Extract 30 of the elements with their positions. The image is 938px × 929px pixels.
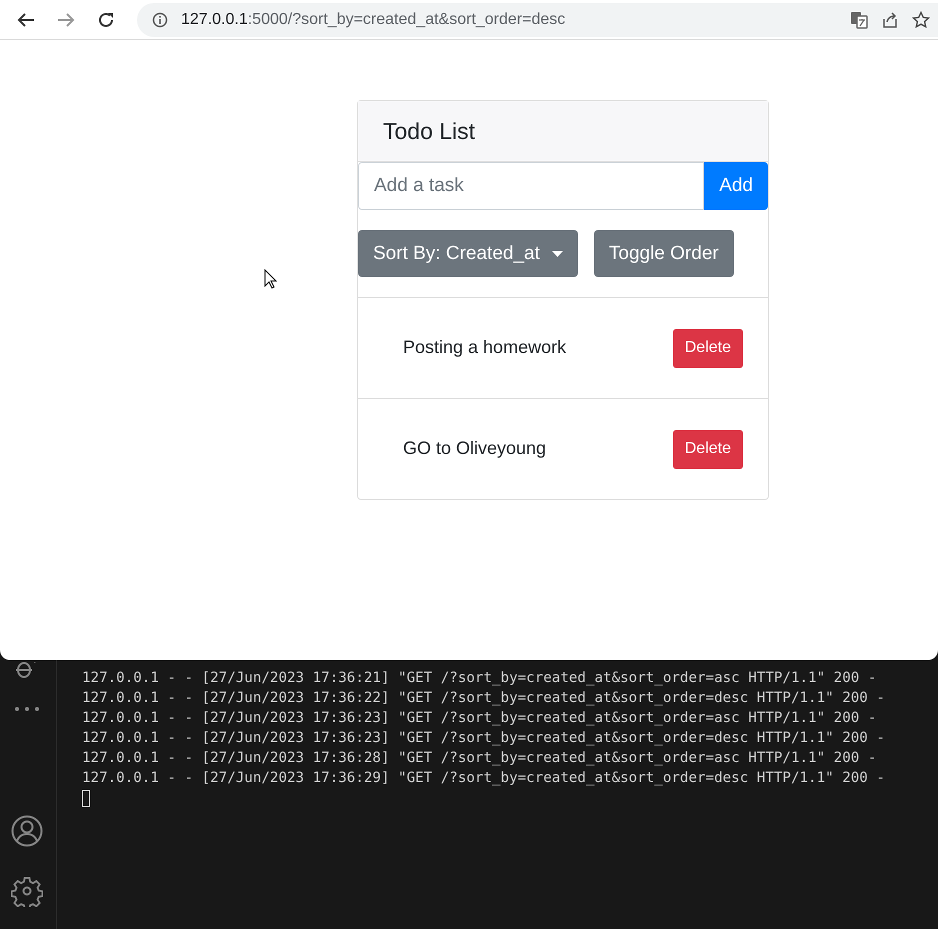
- log-line: 127.0.0.1 - - [27/Jun/2023 17:36:22] "GET /?sort_by=created_at&sort_order=desc HTTP/1.1" 200 -: [82, 689, 885, 708]
- account-icon[interactable]: [11, 815, 43, 847]
- log-line: 127.0.0.1 - - [27/Jun/2023 17:36:23] "GET /?sort_by=created_at&sort_order=asc HTTP/1.1" 200 -: [82, 709, 878, 728]
- mouse-pointer-icon: [264, 269, 277, 289]
- address-bar[interactable]: 127.0.0.1:5000/?sort_by=created_at&sort_order=desc: [137, 2, 938, 36]
- back-icon[interactable]: [17, 12, 35, 28]
- toggle-order-button[interactable]: Toggle Order: [594, 230, 734, 277]
- todo-text: Posting a homework: [403, 336, 566, 360]
- reload-icon[interactable]: [97, 10, 115, 28]
- delete-button[interactable]: Delete: [672, 328, 743, 368]
- log-line: 127.0.0.1 - - [27/Jun/2023 17:36:29] "GET /?sort_by=created_at&sort_order=desc HTTP/1.1" 200 -: [82, 769, 885, 788]
- log-line: 127.0.0.1 - - [27/Jun/2023 17:36:23] "GET /?sort_by=created_at&sort_order=desc HTTP/1.1" 200 -: [82, 729, 885, 748]
- terminal-cursor: [82, 790, 90, 807]
- url-host: 127.0.0.1: [181, 10, 248, 28]
- caret-icon: [552, 250, 563, 256]
- star-icon[interactable]: [912, 10, 930, 28]
- info-icon[interactable]: [152, 12, 168, 28]
- log-line: 127.0.0.1 - - [27/Jun/2023 17:36:21] "GET /?sort_by=created_at&sort_order=asc HTTP/1.1" 200 -: [82, 669, 878, 688]
- share-icon[interactable]: [881, 10, 899, 28]
- delete-button[interactable]: Delete: [672, 430, 743, 468]
- log-line: 127.0.0.1 - - [27/Jun/2023 17:36:28] "GET /?sort_by=created_at&sort_order=asc HTTP/1.1" 200 -: [82, 749, 878, 768]
- translate-icon[interactable]: [850, 10, 868, 28]
- sort-dropdown-button[interactable]: Sort By: Created_at: [358, 230, 578, 277]
- url-path: :5000/?sort_by=created_at&sort_order=desc: [248, 10, 566, 28]
- add-button[interactable]: Add: [704, 162, 768, 210]
- todo-text: GO to Oliveyoung: [403, 437, 546, 460]
- more-icon[interactable]: [14, 706, 40, 712]
- task-input[interactable]: Add a task: [358, 162, 704, 210]
- card-title: Todo List: [383, 118, 476, 144]
- settings-icon[interactable]: [11, 875, 43, 907]
